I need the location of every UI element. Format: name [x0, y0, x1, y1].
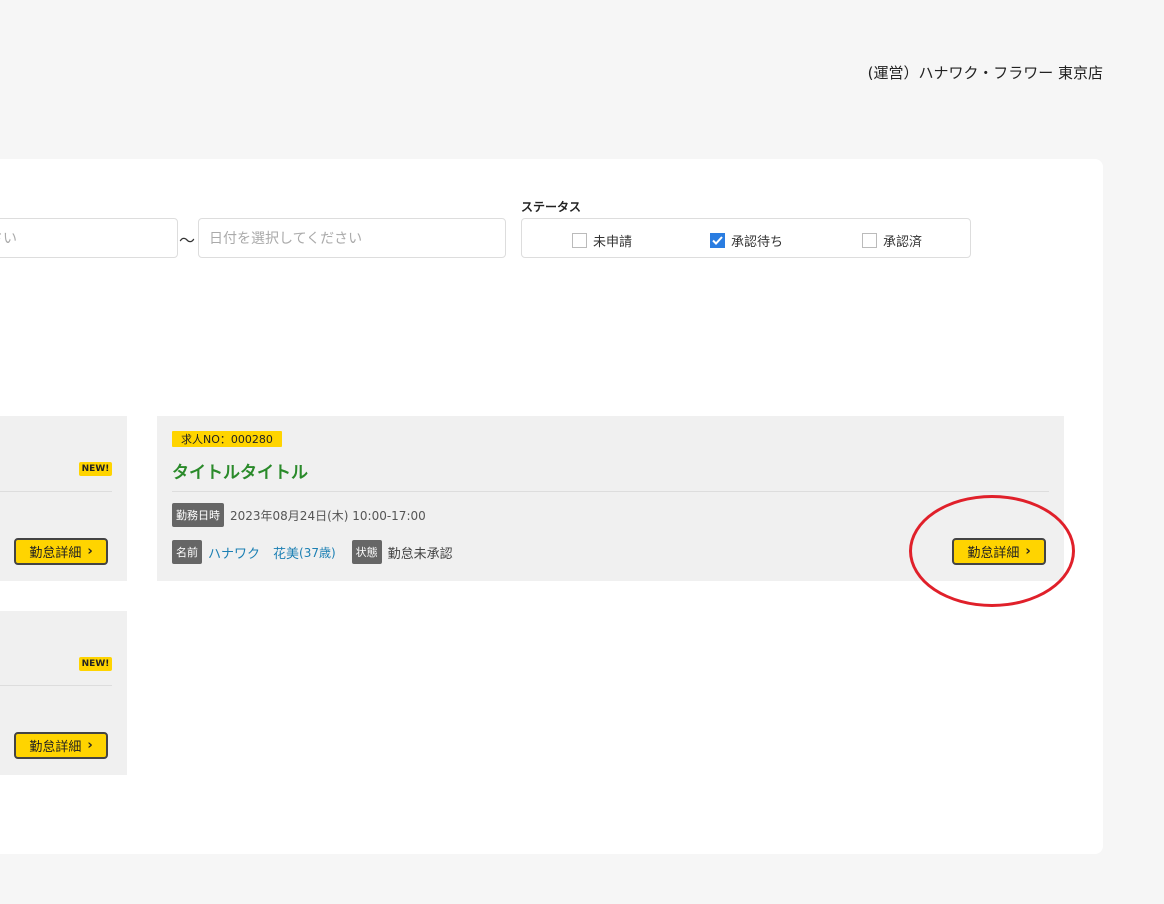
detail-button-label: 勤怠詳細: [29, 740, 82, 755]
work-datetime-row: 勤務日時 2023年08月24日(木) 10:00-17:00: [172, 503, 426, 527]
date-range-separator: 〜: [179, 231, 196, 250]
divider: [0, 685, 112, 686]
worker-info-row: 名前 ハナワク 花美 (37歳) 状態 勤怠未承認: [172, 540, 453, 564]
status-checkbox-pending[interactable]: 承認待ち: [710, 231, 783, 250]
name-tag: 名前: [172, 540, 202, 564]
attendance-detail-button[interactable]: 勤怠詳細 ›: [952, 538, 1046, 565]
job-title[interactable]: タイトルタイトル: [172, 458, 308, 483]
status-option-label: 承認待ち: [731, 235, 784, 250]
chevron-right-icon: ›: [87, 738, 93, 753]
status-option-label: 承認済: [883, 235, 923, 250]
job-number-badge: 求人NO：000280: [172, 431, 282, 447]
chevron-right-icon: ›: [1025, 544, 1031, 559]
checkbox-unchecked-icon[interactable]: [862, 233, 877, 248]
attendance-detail-button[interactable]: 勤怠詳細 ›: [14, 732, 108, 759]
status-checkbox-approved[interactable]: 承認済: [862, 231, 922, 250]
attendance-detail-button[interactable]: 勤怠詳細 ›: [14, 538, 108, 565]
main-panel: ださい 〜 日付を選択してください ステータス 未申請 承認待ち 承認済 NEW…: [0, 159, 1103, 854]
worker-age: (37歳): [299, 545, 336, 560]
work-datetime-value: 2023年08月24日(木) 10:00-17:00: [230, 508, 426, 523]
new-badge: NEW!: [79, 462, 112, 476]
checkbox-unchecked-icon[interactable]: [572, 233, 587, 248]
date-from-placeholder: ださい: [0, 231, 17, 247]
chevron-right-icon: ›: [87, 544, 93, 559]
status-filter-group: 未申請 承認待ち 承認済: [521, 218, 971, 258]
detail-button-label: 勤怠詳細: [29, 546, 82, 561]
divider: [0, 491, 112, 492]
attendance-status-value: 勤怠未承認: [387, 546, 453, 562]
date-from-input[interactable]: ださい: [0, 218, 178, 258]
attendance-card: NEW! 勤怠詳細 ›: [0, 416, 127, 581]
date-to-input[interactable]: 日付を選択してください: [198, 218, 506, 258]
checkbox-checked-icon[interactable]: [710, 233, 725, 248]
company-name: (運営）ハナワク・フラワー 東京店: [867, 64, 1103, 82]
status-option-label: 未申請: [593, 235, 633, 250]
worker-name-link[interactable]: ハナワク 花美: [208, 543, 299, 562]
status-checkbox-unapplied[interactable]: 未申請: [572, 231, 632, 250]
new-badge: NEW!: [79, 657, 112, 671]
status-tag: 状態: [351, 540, 382, 564]
status-filter-label: ステータス: [521, 200, 582, 214]
date-to-placeholder: 日付を選択してください: [209, 231, 363, 247]
attendance-card-main: 求人NO：000280 タイトルタイトル 勤務日時 2023年08月24日(木)…: [157, 416, 1064, 581]
detail-button-label: 勤怠詳細: [967, 546, 1020, 561]
divider: [172, 491, 1049, 492]
work-datetime-tag: 勤務日時: [172, 503, 224, 527]
attendance-card: NEW! 勤怠詳細 ›: [0, 611, 127, 775]
